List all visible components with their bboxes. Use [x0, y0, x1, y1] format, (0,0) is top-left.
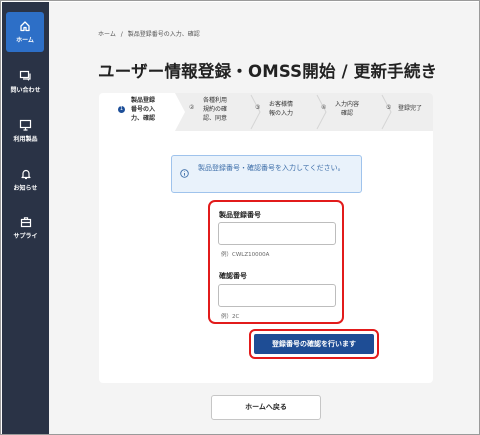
step-number: ② [189, 104, 195, 111]
sidebar-item-label: 問い合わせ [10, 87, 41, 94]
sidebar-item-supply[interactable]: サプライ [2, 212, 49, 252]
toolbox-icon [20, 217, 31, 228]
sidebar-item-label: ホーム [16, 37, 34, 44]
breadcrumb-current: 製品登録番号の入力、確認 [127, 31, 200, 38]
sidebar-item-notices[interactable]: お知らせ [2, 164, 49, 204]
info-icon [180, 169, 189, 178]
step-number: ③ [255, 104, 261, 111]
app-window: ホーム 問い合わせ 利用製品 お知らせ サプライ ホーム / 製品登録番号の入力… [0, 0, 480, 435]
sidebar-item-products[interactable]: 利用製品 [2, 115, 49, 155]
step-label: 製品登録 番号の入 力、確認 [131, 97, 156, 122]
chat-icon [19, 70, 31, 81]
breadcrumb-home[interactable]: ホーム [98, 31, 116, 38]
step-5: ⑤ 登録完了 [382, 93, 433, 131]
sidebar-item-home[interactable]: ホーム [6, 12, 44, 52]
sidebar-item-label: サプライ [13, 233, 38, 240]
form-card: 1 製品登録 番号の入 力、確認 ② 各種利用 規約の確 認、同意 ③ お客様情… [99, 93, 433, 383]
page-title: ユーザー情報登録・OMSS開始 / 更新手続き [98, 62, 438, 81]
sidebar-item-label: お知らせ [13, 185, 38, 192]
progress-stepper: 1 製品登録 番号の入 力、確認 ② 各種利用 規約の確 認、同意 ③ お客様情… [99, 93, 433, 131]
sidebar: ホーム 問い合わせ 利用製品 お知らせ サプライ [2, 2, 49, 434]
step-number: 1 [118, 106, 125, 113]
monitor-icon [19, 119, 32, 131]
breadcrumb-separator: / [120, 31, 123, 38]
serial-number-input[interactable] [218, 222, 336, 245]
sidebar-item-label: 利用製品 [13, 136, 38, 143]
step-3: ③ お客様情 報の入力 [251, 93, 317, 131]
confirm-number-hint: 例）2C [221, 314, 240, 320]
confirm-number-label: 確認番号 [219, 272, 247, 280]
serial-number-label: 製品登録番号 [219, 211, 261, 219]
step-label: 入力内容 確認 [335, 101, 360, 117]
back-home-button[interactable]: ホームへ戻る [211, 395, 321, 420]
confirm-number-input[interactable] [218, 284, 336, 307]
step-label: 各種利用 規約の確 認、同意 [203, 97, 228, 122]
step-1: 1 製品登録 番号の入 力、確認 [99, 93, 185, 131]
step-2: ② 各種利用 規約の確 認、同意 [185, 93, 251, 131]
main-content: ホーム / 製品登録番号の入力、確認 ユーザー情報登録・OMSS開始 / 更新手… [49, 2, 479, 434]
step-number: ⑤ [386, 104, 392, 111]
verify-button[interactable]: 登録番号の確認を行います [254, 334, 374, 354]
step-number: ④ [321, 104, 327, 111]
sidebar-item-inquiry[interactable]: 問い合わせ [2, 66, 49, 106]
step-label: お客様情 報の入力 [269, 101, 294, 117]
serial-number-hint: 例）CWLZ10000A [221, 252, 270, 258]
home-icon [20, 21, 30, 32]
bell-icon [20, 169, 31, 180]
breadcrumb: ホーム / 製品登録番号の入力、確認 [98, 29, 200, 38]
step-label: 登録完了 [398, 105, 423, 112]
step-4: ④ 入力内容 確認 [317, 93, 382, 131]
info-message: 製品登録番号・確認番号を入力してください。 [171, 155, 362, 193]
info-text: 製品登録番号・確認番号を入力してください。 [198, 164, 345, 172]
